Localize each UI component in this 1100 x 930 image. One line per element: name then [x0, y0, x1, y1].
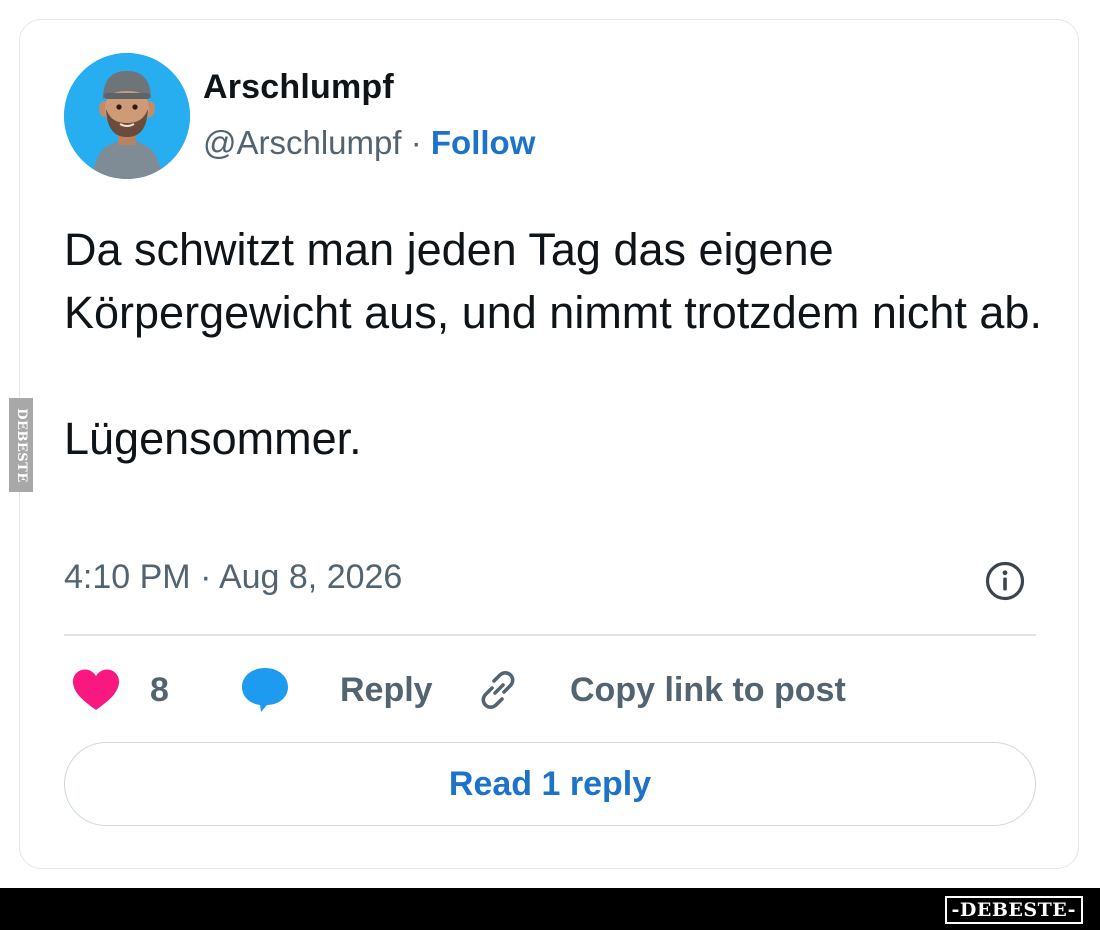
follow-button[interactable]: Follow: [431, 124, 535, 161]
avatar-image: [64, 53, 190, 179]
tweet-timestamp[interactable]: 4:10 PM · Aug 8, 2026: [64, 558, 402, 597]
watermark-logo: -DEBESTE-: [944, 896, 1083, 924]
link-icon: [481, 671, 515, 709]
like-count: 8: [150, 670, 169, 709]
side-watermark-text: DEBESTE: [13, 407, 29, 483]
author-name[interactable]: Arschlumpf: [203, 68, 394, 107]
divider: [64, 634, 1036, 636]
read-replies-button[interactable]: Read 1 reply: [64, 742, 1036, 826]
heart-icon: [73, 669, 119, 710]
bottom-watermark-bar: -DEBESTE-: [0, 888, 1100, 930]
copy-link-label: Copy link to post: [570, 670, 846, 709]
reply-button[interactable]: Reply: [240, 665, 433, 715]
reply-label: Reply: [340, 670, 433, 709]
action-bar: 8 Reply Copy link to post: [64, 665, 1036, 715]
author-handle[interactable]: @Arschlumpf: [203, 124, 402, 161]
side-watermark: DEBESTE: [9, 398, 33, 492]
like-button[interactable]: 8: [72, 665, 169, 715]
handle-separator: ·: [401, 124, 431, 161]
tweet-paragraph: Lügensommer.: [64, 413, 362, 464]
reply-bubble-icon: [242, 668, 288, 712]
tweet-text: Da schwitzt man jeden Tag das eigene Kör…: [64, 218, 1054, 470]
copy-link-button[interactable]: Copy link to post: [476, 665, 846, 715]
tweet-paragraph: Da schwitzt man jeden Tag das eigene Kör…: [64, 224, 1042, 338]
avatar[interactable]: [64, 53, 190, 179]
info-icon[interactable]: [984, 560, 1026, 602]
handle-line: @Arschlumpf · Follow: [203, 124, 535, 162]
tweet-card: Arschlumpf @Arschlumpf · Follow Da schwi…: [19, 19, 1079, 869]
